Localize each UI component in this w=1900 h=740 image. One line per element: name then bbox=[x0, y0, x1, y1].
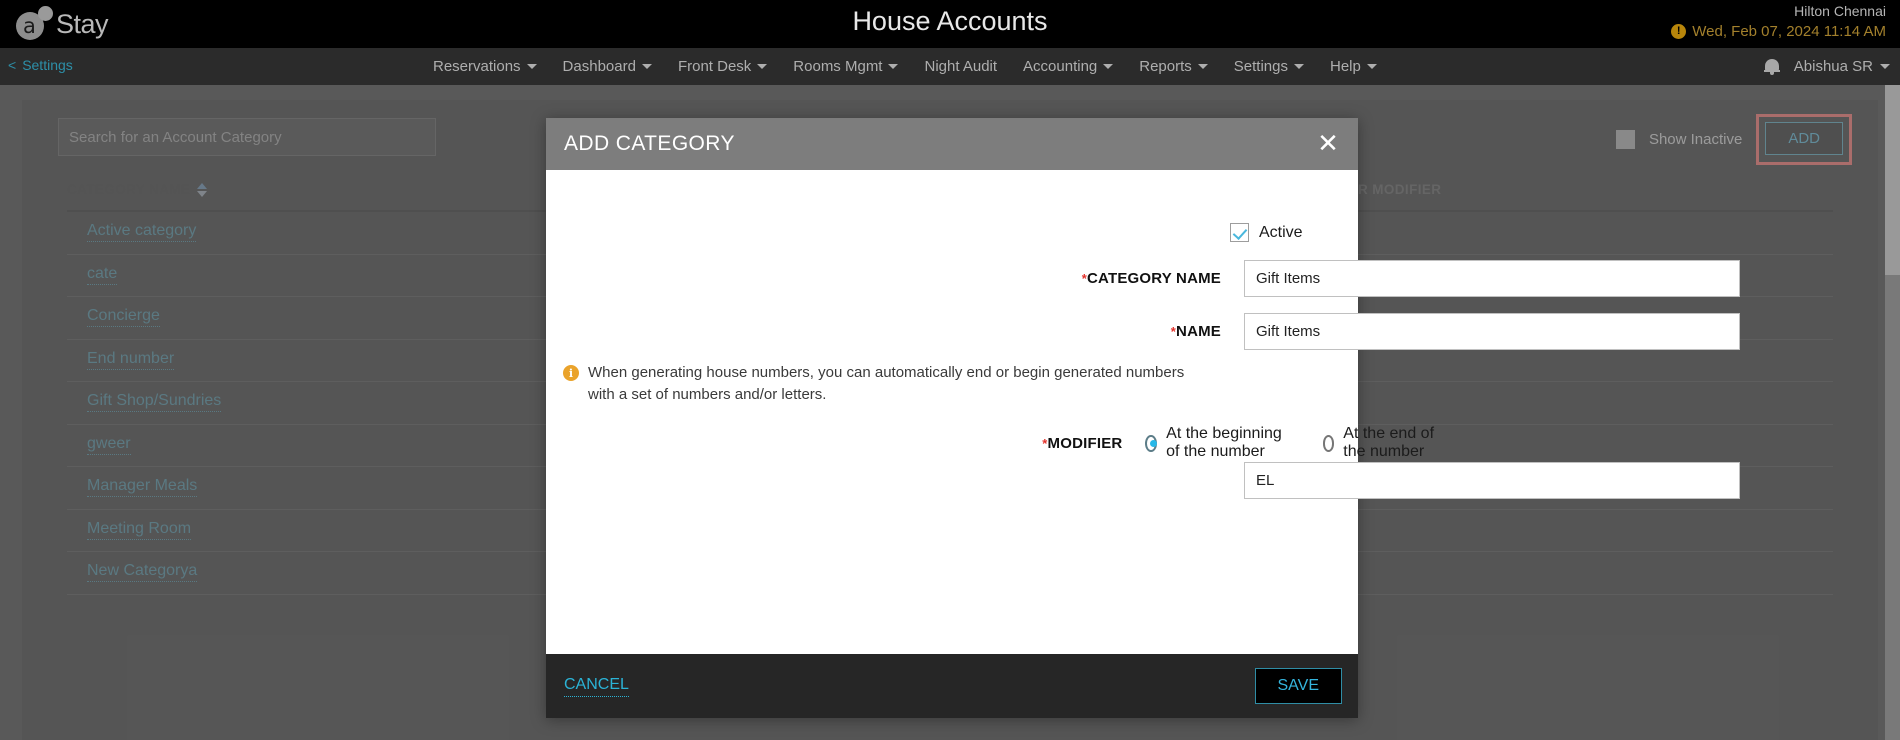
modal-footer: CANCEL SAVE bbox=[546, 654, 1358, 718]
modifier-radio-end[interactable]: At the end of the number bbox=[1322, 425, 1447, 461]
user-menu[interactable]: Abishua SR bbox=[1794, 58, 1890, 75]
chevron-down-icon bbox=[757, 64, 768, 69]
page-title: House Accounts bbox=[852, 6, 1048, 36]
chevron-down-icon bbox=[1880, 64, 1890, 69]
nav-right-group: Abishua SR bbox=[1763, 48, 1890, 85]
nav-item-label: Dashboard bbox=[562, 58, 636, 75]
modal-body: Active *CATEGORY NAME *NAME i When gener… bbox=[546, 170, 1740, 654]
radio-beginning-icon[interactable] bbox=[1145, 434, 1158, 452]
chevron-down-icon bbox=[526, 64, 537, 69]
chevron-down-icon bbox=[888, 64, 899, 69]
nav-item-label: Accounting bbox=[1023, 58, 1098, 75]
name-label-text: NAME bbox=[1176, 323, 1221, 340]
save-button[interactable]: SAVE bbox=[1254, 668, 1342, 704]
chevron-down-icon bbox=[641, 64, 652, 69]
nav-item-label: Night Audit bbox=[924, 58, 998, 75]
nav-item-front-desk[interactable]: Front Desk bbox=[665, 48, 780, 85]
nav-item-label: Rooms Mgmt bbox=[793, 58, 883, 75]
nav-item-help[interactable]: Help bbox=[1317, 48, 1390, 85]
nav-item-night-audit[interactable]: Night Audit bbox=[911, 48, 1010, 85]
user-menu-label: Abishua SR bbox=[1793, 58, 1873, 75]
radio-end-label: At the end of the number bbox=[1343, 425, 1435, 460]
top-bar: a Stay House Accounts Hilton Chennai ! W… bbox=[0, 0, 1900, 48]
modifier-input[interactable] bbox=[1244, 462, 1740, 499]
close-icon[interactable]: ✕ bbox=[1312, 128, 1344, 160]
modifier-label-text: MODIFIER bbox=[1047, 434, 1123, 452]
chevron-down-icon bbox=[1197, 64, 1208, 69]
chevron-left-icon: < bbox=[8, 57, 17, 73]
chevron-down-icon bbox=[1293, 64, 1304, 69]
nav-item-accounting[interactable]: Accounting bbox=[1010, 48, 1126, 85]
radio-end-icon[interactable] bbox=[1322, 434, 1335, 452]
business-date: ! Wed, Feb 07, 2024 11:14 AM bbox=[1671, 23, 1886, 40]
nav-item-rooms-mgmt[interactable]: Rooms Mgmt bbox=[780, 48, 911, 85]
exclamation-icon: ! bbox=[1671, 24, 1687, 39]
modal-header: ADD CATEGORY ✕ bbox=[546, 118, 1358, 170]
nav-item-dashboard[interactable]: Dashboard bbox=[550, 48, 665, 85]
bell-icon[interactable] bbox=[1763, 58, 1780, 75]
radio-beginning-label: At the beginning of the number bbox=[1166, 425, 1282, 460]
cancel-button[interactable]: CANCEL bbox=[564, 676, 629, 697]
modifier-label: *MODIFIER bbox=[966, 435, 1122, 452]
modifier-row: *MODIFIER At the beginning of the number… bbox=[966, 425, 1447, 461]
info-note: i When generating house numbers, you can… bbox=[563, 362, 1213, 406]
modal-title: ADD CATEGORY bbox=[564, 132, 735, 155]
back-link-label: Settings bbox=[22, 57, 73, 73]
active-checkbox-row: Active bbox=[1230, 223, 1303, 242]
main-nav-bar: < Settings Reservations Dashboard Front De… bbox=[0, 48, 1900, 85]
info-icon: i bbox=[563, 365, 579, 381]
nav-item-reports[interactable]: Reports bbox=[1126, 48, 1221, 85]
active-label: Active bbox=[1259, 223, 1303, 241]
nav-item-label: Help bbox=[1329, 58, 1361, 75]
nav-item-label: Front Desk bbox=[677, 58, 752, 75]
nav-item-label: Reports bbox=[1139, 58, 1192, 75]
name-input[interactable] bbox=[1244, 313, 1740, 350]
nav-item-reservations[interactable]: Reservations bbox=[420, 48, 550, 85]
hotel-name: Hilton Chennai bbox=[1794, 3, 1886, 19]
name-row: *NAME bbox=[966, 313, 1740, 350]
chevron-down-icon bbox=[1103, 64, 1114, 69]
name-label: *NAME bbox=[966, 323, 1221, 340]
active-checkbox[interactable] bbox=[1230, 223, 1249, 242]
modifier-value-row bbox=[1244, 462, 1740, 499]
info-note-text: When generating house numbers, you can a… bbox=[588, 364, 1185, 403]
category-name-label: *CATEGORY NAME bbox=[966, 270, 1221, 287]
nav-menu: Reservations Dashboard Front Desk Rooms Mgm… bbox=[420, 48, 1390, 85]
nav-item-settings[interactable]: Settings bbox=[1221, 48, 1317, 85]
business-date-text: Wed, Feb 07, 2024 11:14 AM bbox=[1692, 23, 1886, 40]
add-category-modal: ADD CATEGORY ✕ Active *CATEGORY NAME *NA… bbox=[546, 118, 1740, 718]
modifier-radio-beginning[interactable]: At the beginning of the number bbox=[1145, 425, 1295, 461]
category-name-label-text: CATEGORY NAME bbox=[1087, 270, 1221, 287]
category-name-input[interactable] bbox=[1244, 260, 1740, 297]
category-name-row: *CATEGORY NAME bbox=[966, 260, 1740, 297]
back-to-settings-link[interactable]: < Settings bbox=[8, 57, 73, 73]
nav-item-label: Settings bbox=[1233, 58, 1288, 75]
chevron-down-icon bbox=[1366, 64, 1377, 69]
nav-item-label: Reservations bbox=[433, 58, 521, 75]
